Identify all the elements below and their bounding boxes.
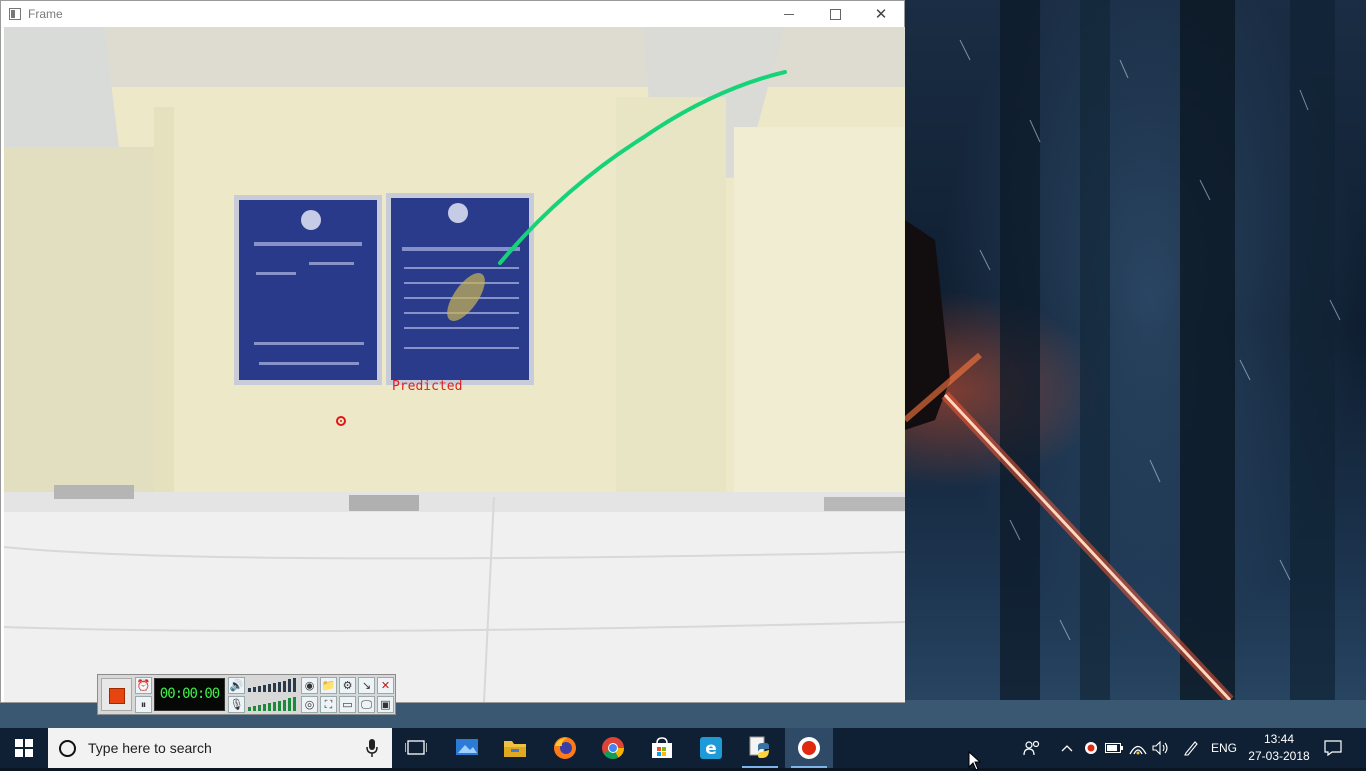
pen-workspace-button[interactable] [1178, 728, 1204, 768]
battery-icon [1105, 743, 1123, 753]
task-view-icon [405, 740, 427, 755]
monitor-icon[interactable]: 🖵 [358, 696, 375, 713]
screen-recorder-toolbar: ⏰ ⏸ 00:00:00 🔊 🎙 ◉ 📁 ⚙ ↘ ✕ ◎ ⛶ ▭ 🖵 ▣ [97, 674, 396, 715]
camera-scene [4, 27, 905, 702]
python-icon [749, 736, 769, 758]
windows-logo-icon [15, 739, 33, 757]
taskbar-file-explorer[interactable] [491, 728, 539, 768]
microphone-icon[interactable] [366, 739, 378, 757]
taskbar-store[interactable] [638, 728, 686, 768]
maximize-button[interactable] [812, 1, 858, 27]
store-icon [652, 737, 672, 758]
clock-date: 27-03-2018 [1248, 749, 1310, 763]
screen-capture-icon[interactable]: ▣ [377, 696, 394, 713]
minimize-to-tray-icon[interactable]: ↘ [358, 677, 375, 694]
alarm-clock-button[interactable]: ⏰ [135, 677, 152, 694]
network-button[interactable] [1127, 728, 1149, 768]
recorder-tray-button[interactable] [1080, 728, 1102, 768]
record-icon [1085, 742, 1097, 754]
volume-button[interactable] [1150, 728, 1172, 768]
edge-icon: e [700, 737, 722, 759]
minimize-icon [784, 13, 794, 15]
taskbar-photos[interactable] [443, 728, 491, 768]
start-button[interactable] [0, 728, 48, 768]
microphone-icon[interactable]: 🎙 [228, 696, 245, 713]
screen-recorder-icon [798, 737, 820, 759]
camera-feed: Predicted [4, 27, 905, 702]
taskbar-python[interactable] [736, 728, 784, 768]
window-titlebar[interactable]: Frame ✕ [1, 1, 904, 27]
people-button[interactable] [1018, 728, 1046, 768]
notification-icon [1324, 740, 1342, 756]
speaker-volume-meter[interactable] [248, 677, 298, 692]
close-button[interactable]: ✕ [858, 1, 904, 27]
wifi-icon [1129, 745, 1147, 755]
chevron-up-icon [1061, 745, 1073, 752]
firefox-icon [554, 737, 576, 759]
fullscreen-region-icon[interactable]: ⛶ [320, 696, 337, 713]
maximize-icon [829, 8, 841, 20]
frame-window: Frame ✕ Predicted [0, 0, 905, 703]
people-icon [1023, 740, 1040, 756]
taskbar-firefox[interactable] [541, 728, 589, 768]
settings-gear-icon[interactable]: ⚙ [339, 677, 356, 694]
action-center-button[interactable] [1313, 728, 1353, 768]
predicted-label: Predicted [392, 379, 463, 394]
recorder-close-icon[interactable]: ✕ [377, 677, 394, 694]
folder-icon[interactable]: 📁 [320, 677, 337, 694]
mouse-cursor-icon [968, 751, 982, 771]
taskbar-chrome[interactable] [589, 728, 637, 768]
input-language-indicator[interactable]: ENG [1208, 728, 1240, 768]
minimize-button[interactable] [766, 1, 812, 27]
microphone-volume-meter[interactable] [248, 696, 298, 711]
taskbar-screen-recorder[interactable] [785, 728, 833, 768]
pen-icon [1184, 741, 1198, 756]
task-view-button[interactable] [392, 728, 440, 768]
taskbar: Type here to search e ENG 13:44 27-03-20… [0, 728, 1366, 768]
chrome-icon [602, 737, 624, 759]
speaker-icon[interactable]: 🔊 [228, 677, 245, 694]
record-timer: 00:00:00 [154, 678, 225, 711]
search-placeholder: Type here to search [88, 740, 212, 756]
battery-button[interactable] [1103, 728, 1125, 768]
file-explorer-icon [504, 741, 526, 757]
window-controls: ✕ [766, 1, 904, 27]
cortana-icon [59, 739, 76, 757]
pause-button[interactable]: ⏸ [135, 696, 152, 713]
taskbar-edge[interactable]: e [687, 728, 735, 768]
photos-icon [456, 739, 478, 755]
clock-time: 13:44 [1263, 732, 1295, 746]
show-hidden-icons-button[interactable] [1056, 728, 1078, 768]
window-region-icon[interactable]: ▭ [339, 696, 356, 713]
clock[interactable]: 13:44 27-03-2018 [1246, 731, 1312, 765]
webcam-icon[interactable]: ◎ [301, 696, 318, 713]
broadcast-icon[interactable]: ◉ [301, 677, 318, 694]
stop-icon [109, 688, 125, 704]
search-box[interactable]: Type here to search [48, 728, 392, 768]
predicted-point-marker [336, 416, 346, 426]
speaker-icon [1152, 741, 1168, 755]
app-icon [9, 8, 21, 20]
window-title: Frame [28, 7, 63, 21]
svg-text:e: e [705, 739, 717, 759]
stop-record-button[interactable] [101, 678, 132, 711]
